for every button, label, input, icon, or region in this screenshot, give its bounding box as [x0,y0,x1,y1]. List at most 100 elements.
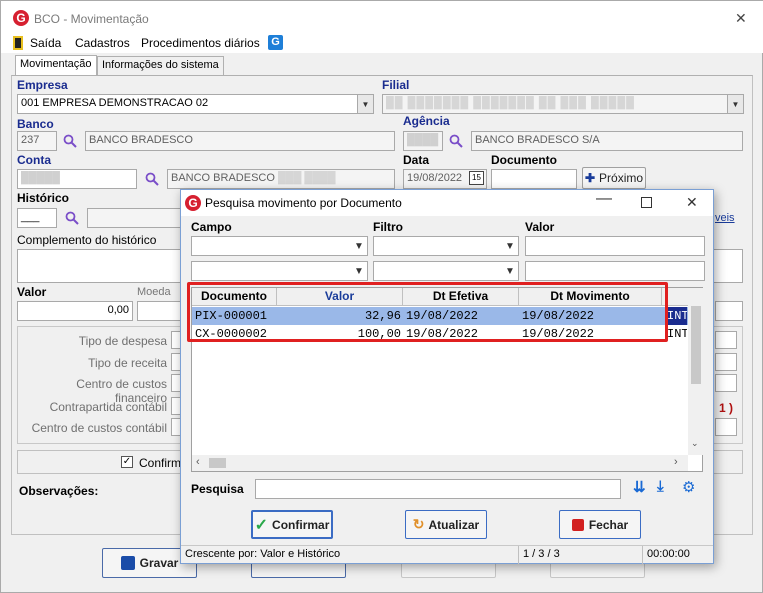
chevron-left-icon[interactable]: ‹ [196,456,200,468]
conta-label: Conta [17,153,51,167]
search-icon[interactable] [449,134,463,148]
atualizar-button[interactable]: ↻ Atualizar [405,510,487,539]
valor-label: Valor [17,285,47,299]
right-field-2[interactable] [715,353,737,371]
search-dialog: G Pesquisa movimento por Documento — ✕ C… [180,189,714,564]
historico-code-field[interactable]: ___ [17,208,57,228]
campo-select-2[interactable]: ▼ [191,261,368,281]
empresa-label: Empresa [17,78,68,92]
valor-field-1[interactable] [525,236,705,256]
confirmar-button[interactable]: ✓ Confirmar [251,510,333,539]
title-bar: G BCO - Movimentação ✕ [1,1,763,33]
valor-field-2[interactable] [525,261,705,281]
contrapartida-label: Contrapartida contábil [49,400,167,414]
window-title: BCO - Movimentação [34,12,149,26]
agencia-code-field[interactable]: ████ [403,131,443,151]
valor-label: Valor [525,220,555,234]
filtro-select-2[interactable]: ▼ [373,261,519,281]
double-chevron-down-icon[interactable]: ⇊ [633,478,646,496]
minimize-icon[interactable]: — [596,190,612,208]
chevron-down-to-end-icon[interactable]: ⤓ [657,478,664,495]
cell-extra: INT [667,307,687,325]
cell-extra: INT [667,327,687,341]
banco-name-field: BANCO BRADESCO [85,131,395,151]
maximize-icon[interactable] [641,197,652,208]
conta-code-field[interactable]: █████ [17,169,137,189]
menu-saida[interactable]: Saída [30,36,61,50]
banco-code-field[interactable]: 237 [17,131,57,151]
tipo-despesa-label: Tipo de despesa [78,334,167,348]
data-label: Data [403,153,430,167]
campo-select-1[interactable]: ▼ [191,236,368,256]
lock-icon [571,518,584,531]
right-field-5[interactable] [715,418,737,436]
tab-informacoes[interactable]: Informações do sistema [97,56,224,76]
chevron-down-icon: ▼ [502,237,518,255]
valor-field[interactable]: 0,00 [17,301,133,321]
dialog-status-bar: Crescente por: Valor e Histórico 1 / 3 /… [181,545,713,564]
chevron-down-icon: ▼ [351,262,367,280]
close-icon[interactable]: ✕ [735,10,747,27]
complemento-label: Complemento do histórico [17,233,157,247]
scrollbar-thumb-h[interactable] [209,458,226,468]
tab-movimentacao[interactable]: Movimentação [15,55,97,75]
right-field[interactable] [715,301,743,321]
filial-select[interactable]: ██ ███████ ███████ ██ ███ █████ ▼ [382,94,744,114]
documento-field[interactable] [491,169,577,189]
menu-cadastros[interactable]: Cadastros [75,36,130,50]
confirma-checkbox[interactable]: ✓ [121,456,133,468]
status-time: 00:00:00 [647,548,690,560]
right-field-1[interactable] [715,331,737,349]
app-logo-icon: G [13,10,29,26]
gravar-label: Gravar [139,556,179,570]
historico-label: Histórico [17,191,70,205]
chevron-right-icon[interactable]: › [674,456,678,468]
dialog-title-bar: G Pesquisa movimento por Documento — ✕ [181,190,713,216]
menu-procedimentos[interactable]: Procedimentos diários [141,36,260,50]
confirmar-label: Confirmar [272,517,330,532]
close-icon[interactable]: ✕ [686,194,698,211]
exit-door-icon [13,36,23,50]
chevron-down-icon: ▼ [502,262,518,280]
documento-label: Documento [491,153,557,167]
observacoes-label: Observações: [19,484,99,498]
search-icon[interactable] [145,172,159,186]
moeda-label: Moeda [137,286,171,298]
paren-fragment: 1 ) [719,401,734,415]
empresa-value: 001 EMPRESA DEMONSTRACAO 02 [21,97,209,109]
check-icon: ✓ [254,516,269,534]
tipo-receita-label: Tipo de receita [88,356,167,370]
vertical-scrollbar[interactable]: ⌄ [688,288,703,455]
save-icon [120,556,135,570]
fechar-button[interactable]: Fechar [559,510,641,539]
proximo-label: Próximo [599,171,644,185]
filial-label: Filial [382,78,410,92]
dialog-title: Pesquisa movimento por Documento [205,196,402,210]
atualizar-label: Atualizar [428,517,480,532]
proximo-button[interactable]: ✚ Próximo [582,167,646,189]
horizontal-scrollbar[interactable]: ‹ › [192,455,688,471]
chevron-down-icon[interactable]: ⌄ [691,438,699,449]
filtro-select-1[interactable]: ▼ [373,236,519,256]
empresa-select[interactable]: 001 EMPRESA DEMONSTRACAO 02 ▼ [17,94,374,114]
fechar-label: Fechar [588,517,629,532]
pesquisa-input[interactable] [255,479,621,499]
chevron-down-icon: ▼ [727,95,743,113]
historico-name-field [87,208,187,228]
moeda-field[interactable] [137,301,181,321]
menu-bar: Saída Cadastros Procedimentos diários G [1,33,763,53]
right-field-3[interactable] [715,374,737,392]
status-sort: Crescente por: Valor e Histórico [181,546,519,564]
gear-icon[interactable]: ⚙ [682,478,695,496]
link-fragment[interactable]: veis [715,212,735,224]
search-icon[interactable] [65,211,79,225]
help-g-icon[interactable]: G [268,35,283,50]
chevron-down-icon: ▼ [357,95,373,113]
plus-icon: ✚ [584,171,596,185]
refresh-icon: ↻ [412,516,425,532]
calendar-icon[interactable]: 15 [469,171,484,185]
search-icon[interactable] [63,134,77,148]
highlight-box [187,282,668,342]
agencia-name-field: BANCO BRADESCO S/A [471,131,743,151]
scrollbar-thumb[interactable] [691,306,701,384]
